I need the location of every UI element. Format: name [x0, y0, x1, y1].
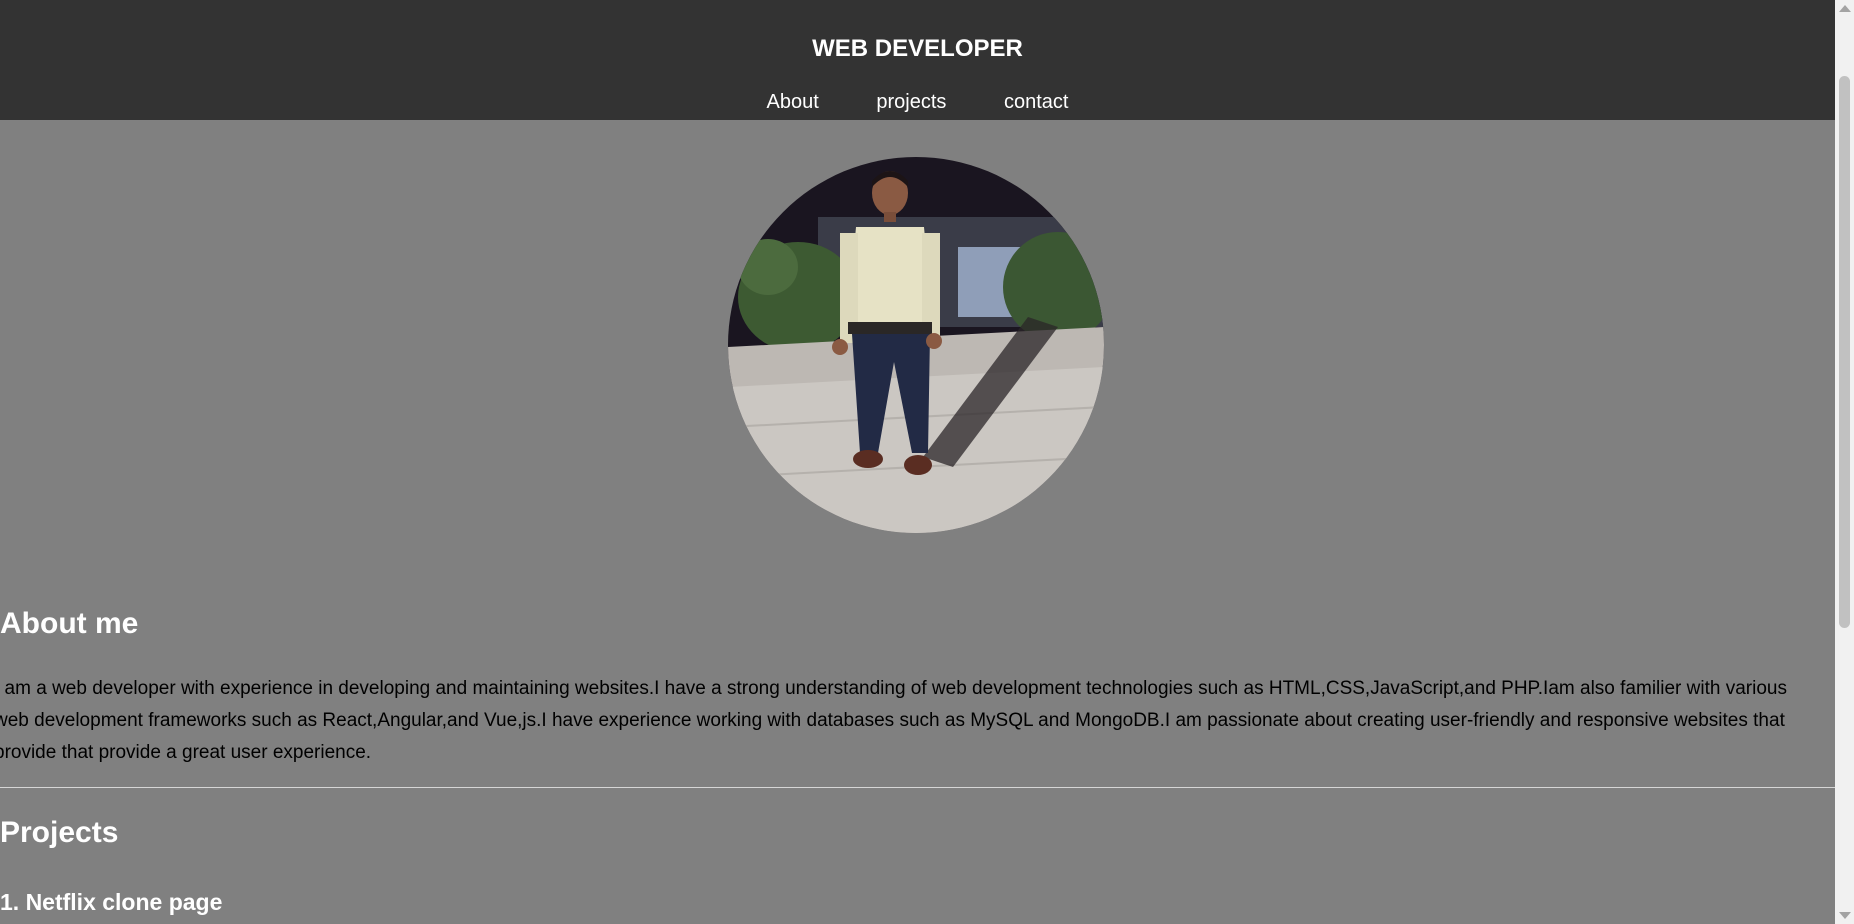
scroll-up-arrow-icon[interactable]	[1839, 5, 1851, 12]
page: WEB DEVELOPER About projects contact Abo…	[0, 0, 1835, 924]
vertical-scrollbar[interactable]	[1835, 0, 1854, 924]
projects-heading: Projects	[0, 816, 119, 849]
main-nav: About projects contact	[0, 91, 1835, 114]
about-paragraph: I am a web developer with experience in …	[0, 678, 1787, 763]
scrollbar-thumb[interactable]	[1839, 76, 1850, 628]
profile-photo-illustration	[728, 157, 1104, 533]
nav-link-about[interactable]: About	[767, 91, 819, 114]
profile-photo	[728, 157, 1104, 533]
project-item-netflix-clone: 1. Netflix clone page	[0, 889, 223, 915]
section-divider	[0, 787, 1835, 788]
site-header: WEB DEVELOPER About projects contact	[0, 0, 1835, 120]
about-heading: About me	[0, 607, 139, 640]
scroll-down-arrow-icon[interactable]	[1839, 912, 1851, 919]
site-title: WEB DEVELOPER	[812, 35, 1023, 62]
nav-link-contact[interactable]: contact	[1004, 91, 1068, 114]
nav-link-projects[interactable]: projects	[876, 91, 946, 114]
